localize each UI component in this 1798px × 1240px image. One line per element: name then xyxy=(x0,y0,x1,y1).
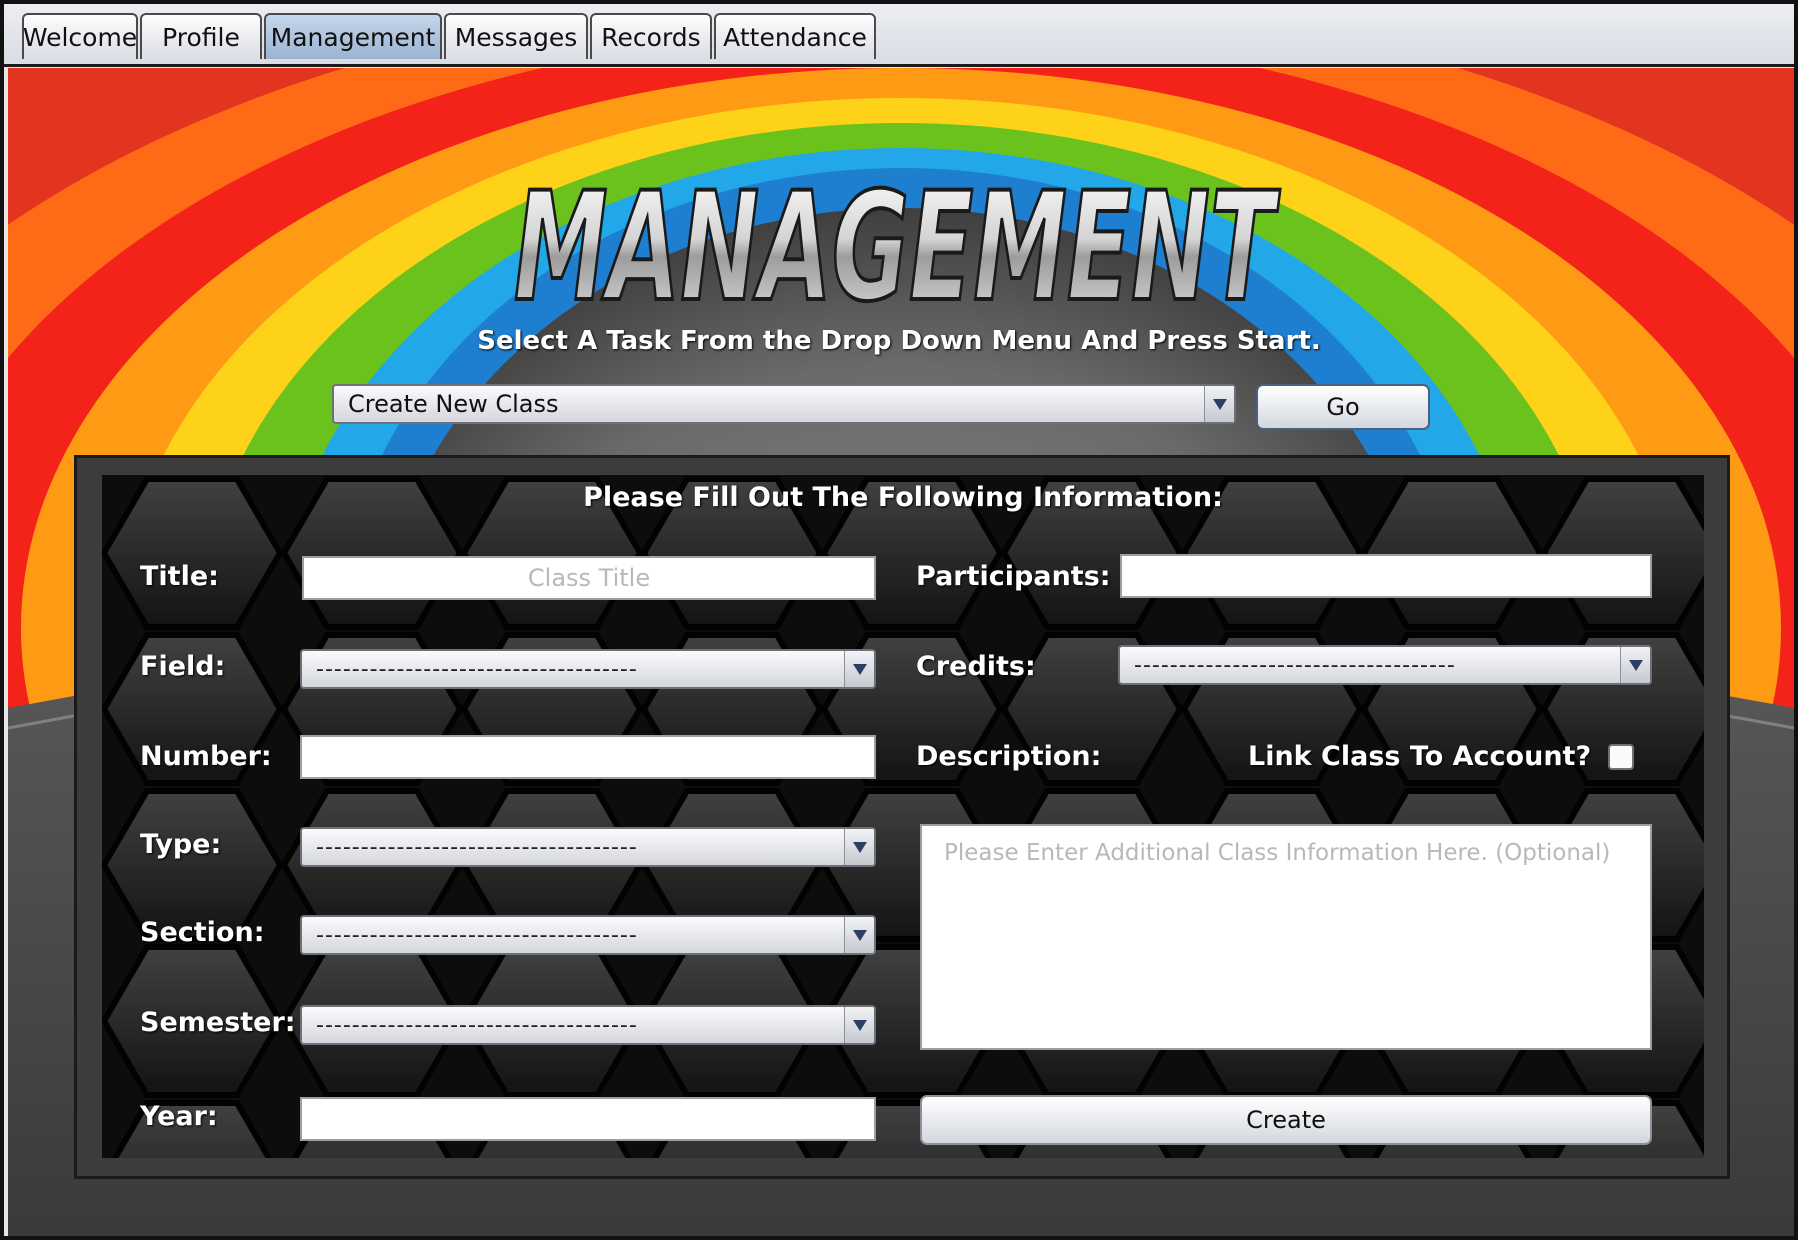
application-window: Welcome Profile Management Messages Reco… xyxy=(0,0,1798,1240)
credits-dropdown[interactable]: ------------------------------------ xyxy=(1118,645,1652,685)
instruction-text: Select A Task From the Drop Down Menu An… xyxy=(477,326,1321,356)
description-textarea[interactable]: Please Enter Additional Class Informatio… xyxy=(920,824,1652,1050)
tab-bar: Welcome Profile Management Messages Reco… xyxy=(4,4,1794,67)
type-dropdown-value: ------------------------------------ xyxy=(316,834,638,860)
tab-records[interactable]: Records xyxy=(590,13,712,59)
description-label: Description: xyxy=(916,741,1102,772)
type-dropdown[interactable]: ------------------------------------ xyxy=(300,827,876,867)
logo-text: MANAGEMENT xyxy=(514,161,1281,319)
chevron-down-icon[interactable] xyxy=(844,1007,874,1043)
create-button[interactable]: Create xyxy=(920,1095,1652,1145)
chevron-down-icon[interactable] xyxy=(1620,647,1650,683)
year-label: Year: xyxy=(140,1101,218,1132)
tab-profile[interactable]: Profile xyxy=(140,13,262,59)
section-label: Section: xyxy=(140,917,265,948)
credits-dropdown-value: ------------------------------------ xyxy=(1134,652,1456,678)
credits-label: Credits: xyxy=(916,651,1036,682)
semester-dropdown[interactable]: ------------------------------------ xyxy=(300,1005,876,1045)
field-dropdown[interactable]: ------------------------------------ xyxy=(300,649,876,689)
task-dropdown[interactable]: Create New Class xyxy=(332,384,1236,424)
chevron-down-icon[interactable] xyxy=(844,829,874,865)
number-input[interactable] xyxy=(300,735,876,779)
tab-management[interactable]: Management xyxy=(264,13,442,59)
section-dropdown[interactable]: ------------------------------------ xyxy=(300,915,876,955)
task-dropdown-value: Create New Class xyxy=(348,390,559,418)
chevron-down-icon[interactable] xyxy=(844,917,874,953)
number-label: Number: xyxy=(140,741,272,772)
chevron-down-icon[interactable] xyxy=(844,651,874,687)
tab-attendance[interactable]: Attendance xyxy=(714,13,876,59)
semester-label: Semester: xyxy=(140,1007,296,1038)
link-class-checkbox[interactable] xyxy=(1608,744,1634,770)
type-label: Type: xyxy=(140,829,222,860)
semester-dropdown-value: ------------------------------------ xyxy=(316,1012,638,1038)
management-logo: MANAGEMENT xyxy=(512,159,1283,319)
field-dropdown-value: ------------------------------------ xyxy=(316,656,638,682)
go-button[interactable]: Go xyxy=(1256,384,1430,430)
chevron-down-icon[interactable] xyxy=(1204,386,1234,422)
section-dropdown-value: ------------------------------------ xyxy=(316,922,638,948)
form-heading: Please Fill Out The Following Informatio… xyxy=(583,482,1223,513)
participants-input[interactable] xyxy=(1120,554,1652,598)
title-label: Title: xyxy=(140,561,219,592)
link-class-label: Link Class To Account? xyxy=(1248,741,1592,772)
title-input[interactable]: Class Title xyxy=(302,556,876,600)
year-input[interactable] xyxy=(300,1097,876,1141)
field-label: Field: xyxy=(140,651,226,682)
tab-messages[interactable]: Messages xyxy=(444,13,588,59)
tab-welcome[interactable]: Welcome xyxy=(22,13,138,59)
participants-label: Participants: xyxy=(916,561,1111,592)
